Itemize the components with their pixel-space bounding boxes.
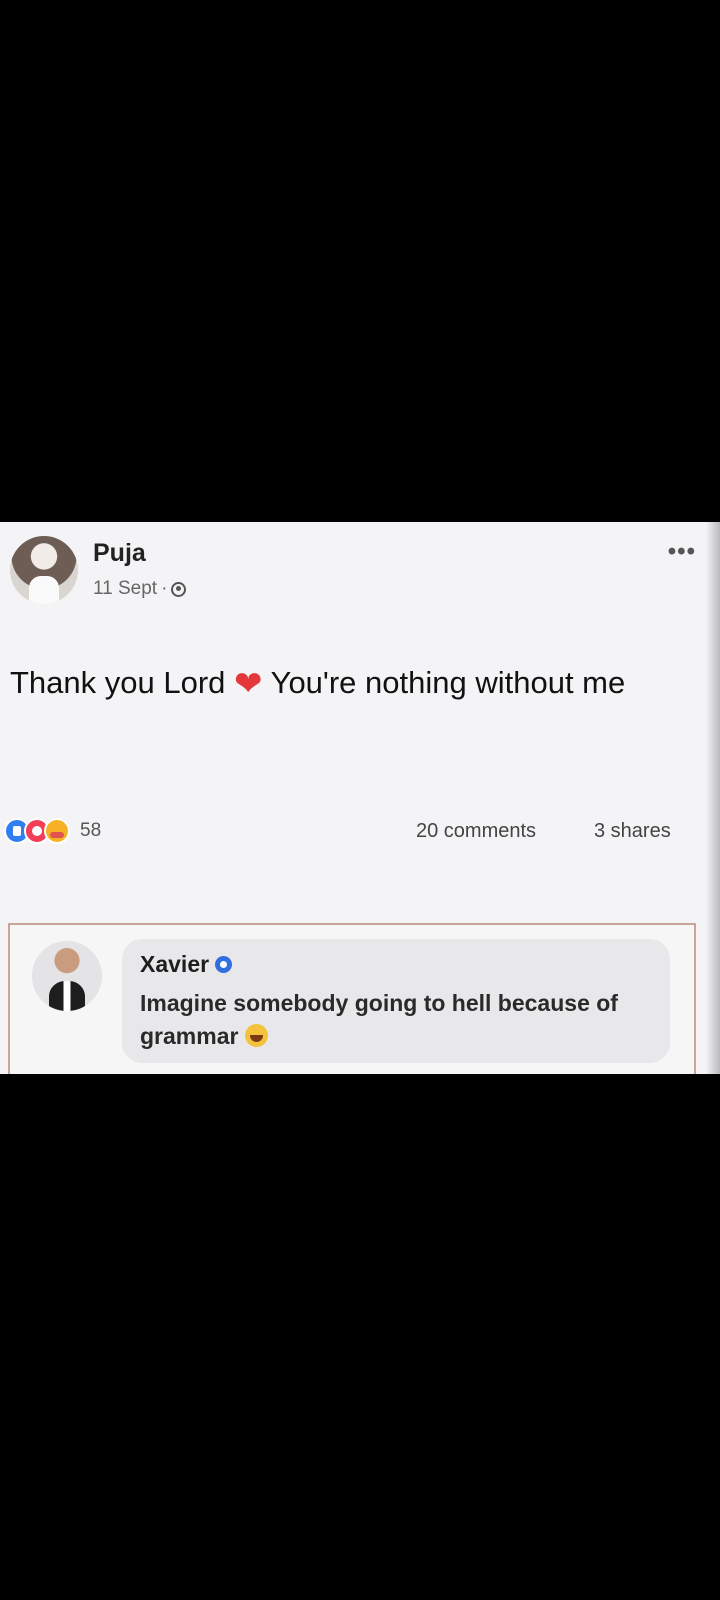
post-meta: 11 Sept · (93, 578, 187, 600)
comment-bubble: Xavier Imagine somebody going to hell be… (122, 939, 670, 1063)
post-text: Thank you Lord ❤ You're nothing without … (10, 658, 690, 709)
comment-text: Imagine somebody going to hell because o… (140, 987, 660, 1053)
care-icon (44, 818, 70, 844)
more-options-button[interactable]: ••• (668, 538, 696, 566)
shares-count-link[interactable]: 3 shares (594, 820, 671, 843)
author-name[interactable]: Puja (93, 539, 146, 568)
reactions-summary[interactable]: 58 (4, 818, 101, 844)
post-date[interactable]: 11 Sept (93, 578, 157, 600)
commenter-name-text: Xavier (140, 951, 210, 977)
commenter-name[interactable]: Xavier (140, 951, 233, 978)
reaction-count: 58 (80, 820, 102, 841)
post-card: Puja 11 Sept · ••• Thank you Lord ❤ You'… (0, 522, 720, 1074)
laughing-emoji-icon (244, 1024, 268, 1047)
heart-icon: ❤ (234, 665, 263, 703)
globe-icon (171, 581, 187, 597)
meta-separator: · (161, 578, 168, 599)
verified-badge-icon (215, 956, 233, 973)
author-avatar[interactable] (10, 536, 78, 604)
avatar-figure (29, 576, 59, 604)
post-text-part2: You're nothing without me (270, 665, 626, 700)
comments-count-link[interactable]: 20 comments (416, 820, 536, 843)
avatar-figure (49, 981, 85, 1011)
post-text-part1: Thank you Lord (10, 665, 226, 700)
comment-section: Xavier Imagine somebody going to hell be… (8, 923, 696, 1074)
commenter-avatar[interactable] (32, 941, 102, 1011)
comment-text-body: Imagine somebody going to hell because o… (140, 990, 618, 1049)
